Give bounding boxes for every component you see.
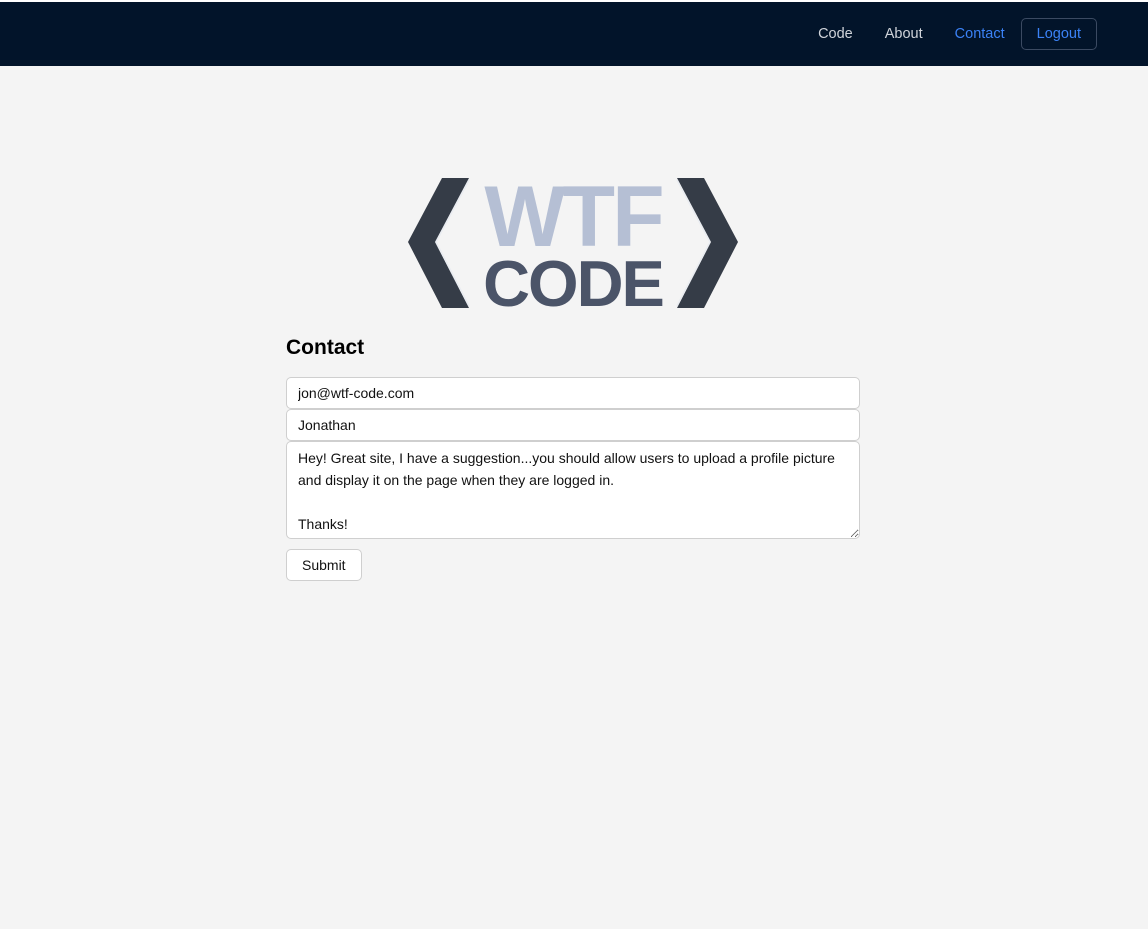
main-nav: Code About Contact Logout bbox=[786, 18, 1097, 50]
logo-text-code: CODE bbox=[483, 247, 663, 312]
email-field[interactable] bbox=[286, 377, 860, 409]
wtf-code-logo: WTF CODE bbox=[408, 174, 738, 312]
message-field[interactable]: Hey! Great site, I have a suggestion...y… bbox=[286, 441, 860, 539]
top-navbar: Code About Contact Logout bbox=[0, 2, 1148, 66]
nav-link-about[interactable]: About bbox=[885, 18, 923, 50]
submit-button[interactable]: Submit bbox=[286, 549, 362, 581]
logout-button[interactable]: Logout bbox=[1020, 18, 1097, 50]
name-field[interactable] bbox=[286, 409, 860, 441]
page-title: Contact bbox=[286, 336, 365, 359]
nav-link-code[interactable]: Code bbox=[818, 18, 853, 50]
contact-section: Contact Hey! Great site, I have a sugges… bbox=[286, 334, 860, 581]
nav-link-contact[interactable]: Contact bbox=[955, 18, 1005, 50]
